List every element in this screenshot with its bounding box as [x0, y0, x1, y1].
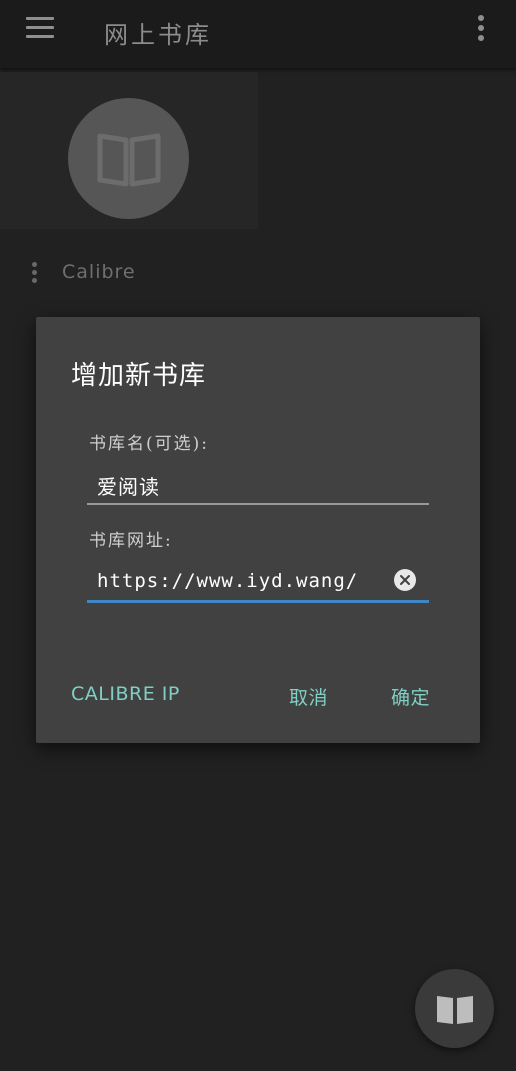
more-vertical-icon[interactable] [476, 15, 486, 43]
cancel-button[interactable]: 取消 [289, 683, 328, 710]
library-name-label: 书库名(可选): [89, 434, 209, 454]
book-open-icon [437, 996, 473, 1024]
library-url-input[interactable] [87, 559, 397, 603]
library-name-underline [87, 503, 429, 505]
library-url-underline [87, 600, 429, 603]
dialog-title: 增加新书库 [71, 361, 207, 391]
clear-text-icon[interactable] [394, 569, 416, 591]
library-url-label: 书库网址: [89, 531, 173, 551]
confirm-button[interactable]: 确定 [391, 683, 430, 710]
books-fab[interactable] [415, 969, 494, 1048]
calibre-ip-button[interactable]: CALIBRE IP [71, 683, 180, 705]
app-bar-title: 网上书库 [104, 21, 212, 49]
library-more-icon[interactable] [31, 262, 39, 284]
app-bar: 网上书库 [0, 0, 516, 68]
book-open-icon [97, 133, 161, 187]
screen: 网上书库 Calibre 增加新书库 书库名(可选): 书库网址: [0, 0, 516, 1071]
library-name: Calibre [62, 261, 136, 283]
library-name-input[interactable] [87, 463, 429, 507]
hamburger-menu-icon[interactable] [26, 17, 54, 39]
library-card[interactable] [0, 72, 258, 229]
library-avatar [68, 98, 189, 219]
add-library-dialog: 增加新书库 书库名(可选): 书库网址: CALIBRE IP 取消 确定 [36, 317, 480, 743]
